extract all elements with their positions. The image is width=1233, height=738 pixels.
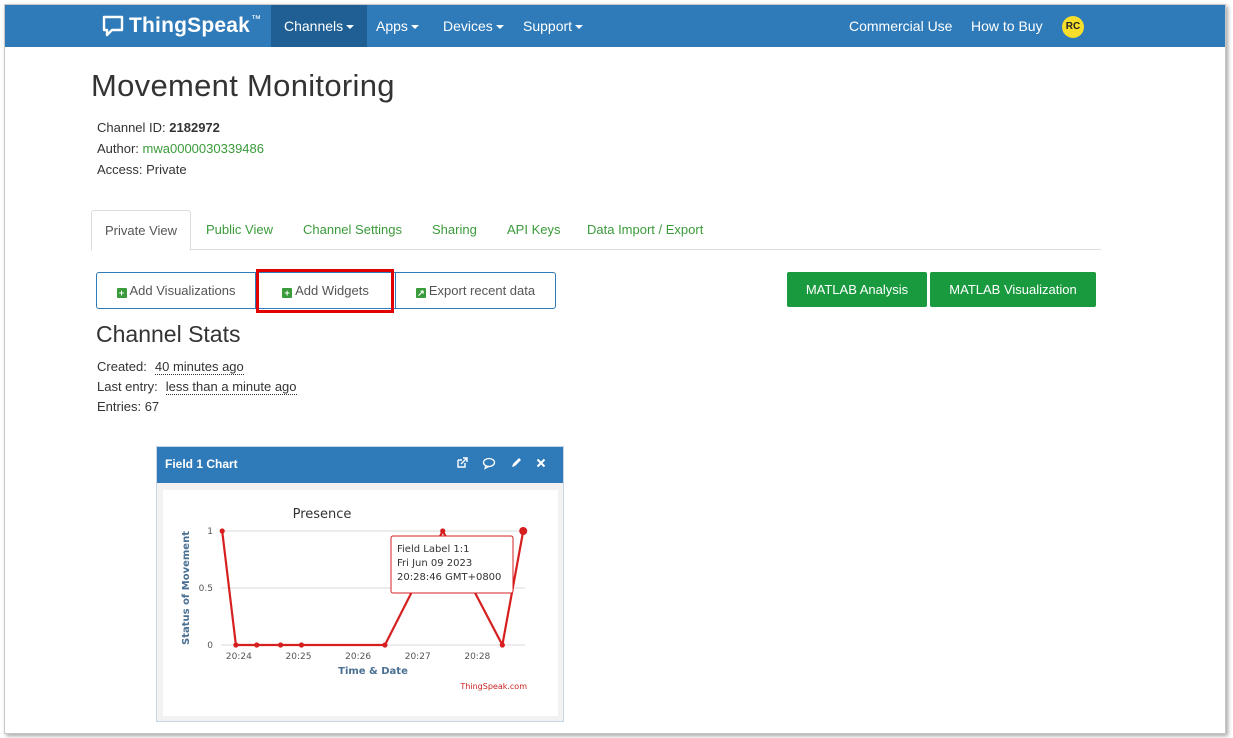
nav-support-label: Support (523, 18, 573, 34)
tab-api-keys[interactable]: API Keys (494, 210, 573, 250)
caret-down-icon (346, 25, 355, 30)
channel-id-row: Channel ID: 2182972 (97, 120, 220, 135)
created-label: Created: (97, 359, 147, 374)
widget-header: Field 1 Chart (157, 447, 563, 483)
nav-channels-label: Channels (284, 18, 344, 34)
last-entry-row: Last entry: less than a minute ago (97, 379, 297, 395)
nav-apps-label: Apps (376, 18, 408, 34)
y-tick-label: 0 (207, 641, 213, 651)
nav-support[interactable]: Support (510, 5, 596, 47)
browser-frame: ThingSpeak ™ Channels Apps Devices Suppo… (4, 4, 1226, 734)
entries-value: 67 (144, 399, 160, 414)
last-entry-value: less than a minute ago (165, 379, 297, 395)
author-label: Author: (97, 141, 139, 156)
author-row: Author: mwa0000030339486 (97, 141, 264, 156)
data-point (440, 528, 446, 534)
y-tick-label: 0.5 (199, 584, 213, 594)
presence-chart: Presence 0 0.5 1 20:24 20:25 20:26 20:27 20:28 Ti… (181, 507, 528, 691)
data-point (499, 642, 505, 648)
field-1-chart-widget: Field 1 Chart Presence 0 0.5 1 20:24 20:25 20:… (156, 446, 564, 722)
entries-label: Entries: (97, 399, 142, 414)
add-visualizations-button[interactable]: + Add Visualizations (97, 273, 255, 308)
caret-down-icon (410, 25, 419, 30)
access-row: Access: Private (97, 162, 187, 177)
pencil-icon[interactable] (509, 456, 523, 470)
channel-id-label: Channel ID: (97, 120, 166, 135)
chart-area: Presence 0 0.5 1 20:24 20:25 20:26 20:27 20:28 Ti… (163, 490, 558, 716)
x-tick-label: 20:25 (286, 652, 312, 662)
x-tick-label: 20:28 (464, 652, 490, 662)
x-tick-label: 20:24 (226, 652, 252, 662)
tab-public-view[interactable]: Public View (193, 210, 286, 250)
tab-data-import-export[interactable]: Data Import / Export (574, 210, 716, 250)
nav-devices-label: Devices (443, 18, 493, 34)
data-point (298, 642, 305, 648)
external-link-icon[interactable] (455, 456, 469, 470)
data-point (278, 642, 284, 648)
comment-icon[interactable] (482, 456, 496, 470)
nav-apps[interactable]: Apps (363, 5, 432, 47)
y-axis-label: Status of Movement (181, 531, 192, 645)
brand-name: ThingSpeak (129, 14, 251, 37)
data-point (519, 527, 528, 535)
created-row: Created: 40 minutes ago (97, 359, 244, 375)
chart-credit: ThingSpeak.com (459, 682, 527, 691)
add-visualizations-label: Add Visualizations (129, 283, 236, 298)
top-navbar: ThingSpeak ™ Channels Apps Devices Suppo… (5, 5, 1225, 47)
highlight-box (256, 269, 394, 313)
tab-channel-settings[interactable]: Channel Settings (290, 210, 415, 250)
speech-bubble-icon (102, 15, 124, 37)
channel-stats-title: Channel Stats (96, 321, 241, 347)
y-tick-label: 1 (207, 527, 213, 537)
nav-channels[interactable]: Channels (271, 5, 368, 47)
entries-row: Entries: 67 (97, 399, 159, 414)
close-icon[interactable] (534, 456, 548, 470)
tab-private-view[interactable]: Private View (91, 210, 192, 251)
data-point (254, 642, 260, 648)
caret-down-icon (495, 25, 504, 30)
tab-sharing[interactable]: Sharing (419, 210, 490, 250)
author-link[interactable]: mwa0000030339486 (143, 141, 264, 156)
nav-commercial-use[interactable]: Commercial Use (836, 5, 965, 47)
data-point (382, 642, 388, 648)
matlab-visualization-button[interactable]: MATLAB Visualization (930, 272, 1096, 307)
export-icon: ↗ (415, 288, 426, 298)
brand-logo[interactable]: ThingSpeak ™ (101, 11, 261, 41)
brand-trademark: ™ (251, 13, 262, 25)
page-title: Movement Monitoring (91, 68, 395, 103)
x-axis-label: Time & Date (338, 666, 408, 677)
export-recent-data-label: Export recent data (428, 283, 536, 298)
data-point (219, 528, 225, 534)
access-label: Access: (97, 162, 143, 177)
export-recent-data-button[interactable]: ↗ Export recent data (396, 273, 555, 308)
x-tick-label: 20:26 (345, 652, 371, 662)
tooltip-line: 20:28:46 GMT+0800 (397, 572, 501, 583)
data-point (233, 642, 239, 648)
nav-devices[interactable]: Devices (430, 5, 517, 47)
channel-id-value: 2182972 (169, 120, 220, 135)
last-entry-label: Last entry: (97, 379, 158, 394)
chart-title: Presence (293, 507, 352, 522)
widget-title: Field 1 Chart (165, 457, 238, 471)
created-value: 40 minutes ago (154, 359, 244, 375)
channel-tabs: Private View Public View Channel Setting… (91, 210, 1101, 251)
x-tick-label: 20:27 (405, 652, 431, 662)
access-value: Private (146, 162, 187, 177)
nav-how-to-buy[interactable]: How to Buy (958, 5, 1056, 47)
user-avatar[interactable]: RC (1062, 16, 1084, 38)
plus-square-icon: + (116, 288, 127, 298)
tooltip-line: Fri Jun 09 2023 (397, 558, 472, 569)
matlab-analysis-button[interactable]: MATLAB Analysis (787, 272, 927, 307)
caret-down-icon (575, 25, 584, 30)
tooltip-line: Field Label 1:1 (397, 544, 470, 555)
